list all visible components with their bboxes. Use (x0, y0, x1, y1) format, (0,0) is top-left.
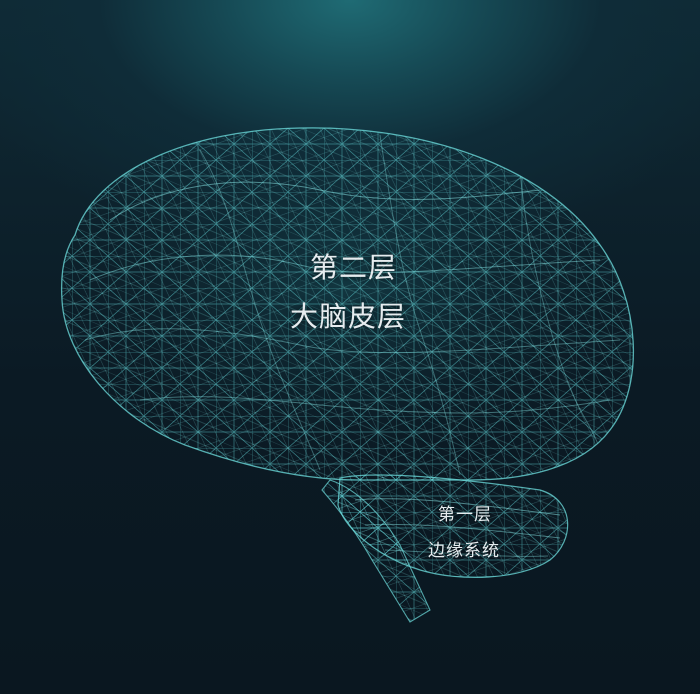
diagram-canvas: 第二层 大脑皮层 第一层 边缘系统 (0, 0, 700, 694)
cortex-layer-level-label: 第二层 (310, 251, 398, 284)
limbic-layer-name-label: 边缘系统 (428, 541, 500, 561)
cortex-layer-name-label: 大脑皮层 (290, 300, 407, 333)
brain-wireframe (60, 127, 635, 623)
limbic-layer-level-label: 第一层 (438, 505, 492, 525)
